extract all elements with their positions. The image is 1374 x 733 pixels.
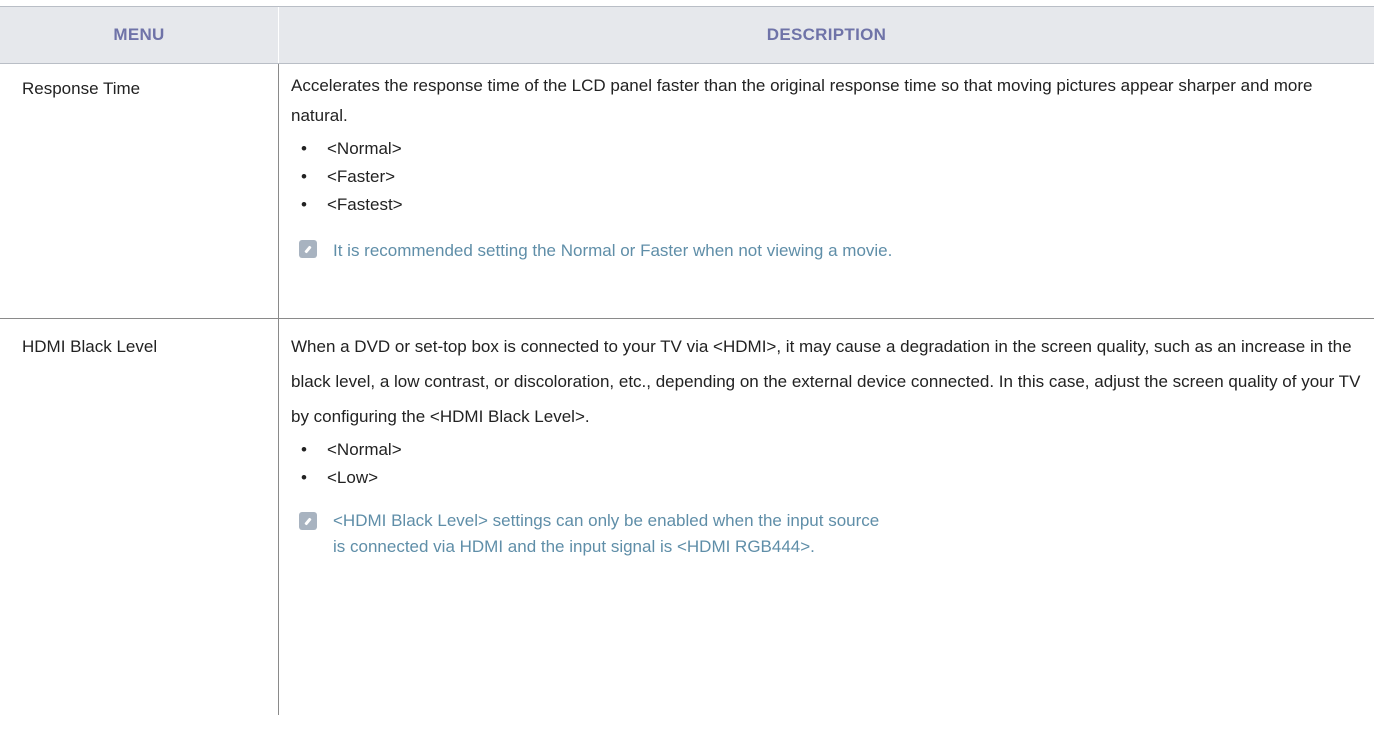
description-cell: When a DVD or set-top box is connected t… bbox=[279, 319, 1374, 715]
note-text: <HDMI Black Level> settings can only be … bbox=[333, 511, 880, 556]
list-item: • <Normal> bbox=[301, 139, 402, 158]
note-text: It is recommended setting the Normal or … bbox=[333, 241, 893, 260]
note: <HDMI Black Level> settings can only be … bbox=[299, 508, 1374, 560]
note: It is recommended setting the Normal or … bbox=[299, 240, 1374, 262]
description-text: Accelerates the response time of the LCD… bbox=[291, 76, 1313, 125]
table-row-hdmi-black-level: HDMI Black Level When a DVD or set-top b… bbox=[0, 319, 1374, 715]
description-column-header: DESCRIPTION bbox=[766, 25, 887, 44]
list-item: • <Faster> bbox=[301, 167, 396, 186]
pencil-note-icon bbox=[299, 512, 317, 530]
menu-cell: HDMI Black Level bbox=[0, 319, 279, 715]
table-header: MENU DESCRIPTION bbox=[0, 6, 1374, 64]
list-item: • <Fastest> bbox=[301, 195, 403, 214]
table-row-response-time: Response Time Accelerates the response t… bbox=[0, 64, 1374, 319]
description-cell: Accelerates the response time of the LCD… bbox=[279, 64, 1374, 318]
settings-table: MENU DESCRIPTION Response Time Accelerat… bbox=[0, 6, 1374, 715]
menu-column-header: MENU bbox=[0, 7, 279, 63]
pencil-note-icon bbox=[299, 240, 317, 258]
list-item: • <Normal> bbox=[301, 440, 402, 459]
description-text: When a DVD or set-top box is connected t… bbox=[291, 337, 1361, 426]
menu-cell: Response Time bbox=[0, 64, 279, 318]
list-item: • <Low> bbox=[301, 468, 379, 487]
